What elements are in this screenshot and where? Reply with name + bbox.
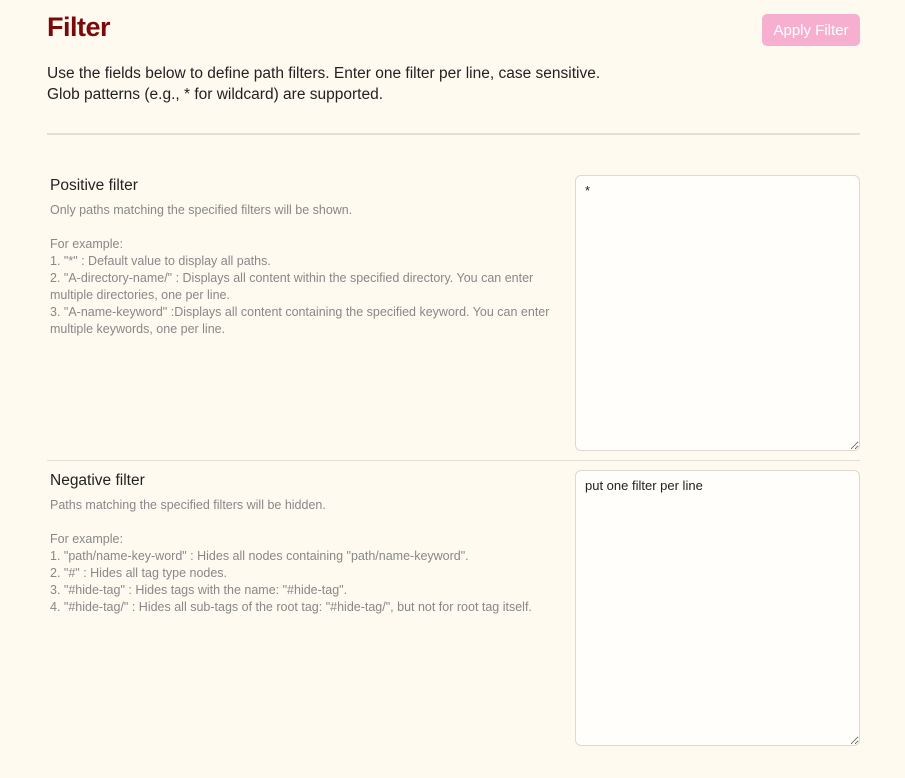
positive-filter-summary: Only paths matching the specified filter…	[50, 203, 353, 217]
positive-filter-name: Positive filter	[50, 177, 138, 194]
negative-filter-input[interactable]	[575, 470, 860, 746]
filter-settings-page: Filter Apply Filter Use the fields below…	[0, 0, 905, 778]
description-line-2: Glob patterns (e.g., * for wildcard) are…	[47, 86, 383, 103]
apply-filter-button[interactable]: Apply Filter	[762, 14, 860, 46]
negative-example-item: 1. "path/name-key-word" : Hides all node…	[50, 549, 469, 563]
header-divider	[47, 133, 860, 135]
row-divider	[47, 460, 860, 461]
negative-filter-description: Paths matching the specified filters wil…	[50, 497, 555, 616]
positive-example-heading: For example:	[50, 237, 123, 251]
negative-example-item: 2. "#" : Hides all tag type nodes.	[50, 566, 228, 580]
description-line-1: Use the fields below to define path filt…	[47, 65, 601, 82]
positive-example-item: 3. "A-name-keyword" :Displays all conten…	[50, 305, 550, 336]
negative-filter-name: Negative filter	[50, 472, 145, 489]
page-description: Use the fields below to define path filt…	[47, 63, 867, 105]
positive-filter-description: Only paths matching the specified filter…	[50, 202, 555, 338]
negative-example-item: 4. "#hide-tag/" : Hides all sub-tags of …	[50, 600, 532, 614]
negative-example-heading: For example:	[50, 532, 123, 546]
negative-example-item: 3. "#hide-tag" : Hides tags with the nam…	[50, 583, 348, 597]
positive-filter-input[interactable]: *	[575, 175, 860, 451]
positive-example-item: 2. "A-directory-name/" : Displays all co…	[50, 271, 534, 302]
page-title: Filter	[47, 12, 111, 42]
positive-example-item: 1. "*" : Default value to display all pa…	[50, 254, 271, 268]
negative-filter-summary: Paths matching the specified filters wil…	[50, 498, 326, 512]
